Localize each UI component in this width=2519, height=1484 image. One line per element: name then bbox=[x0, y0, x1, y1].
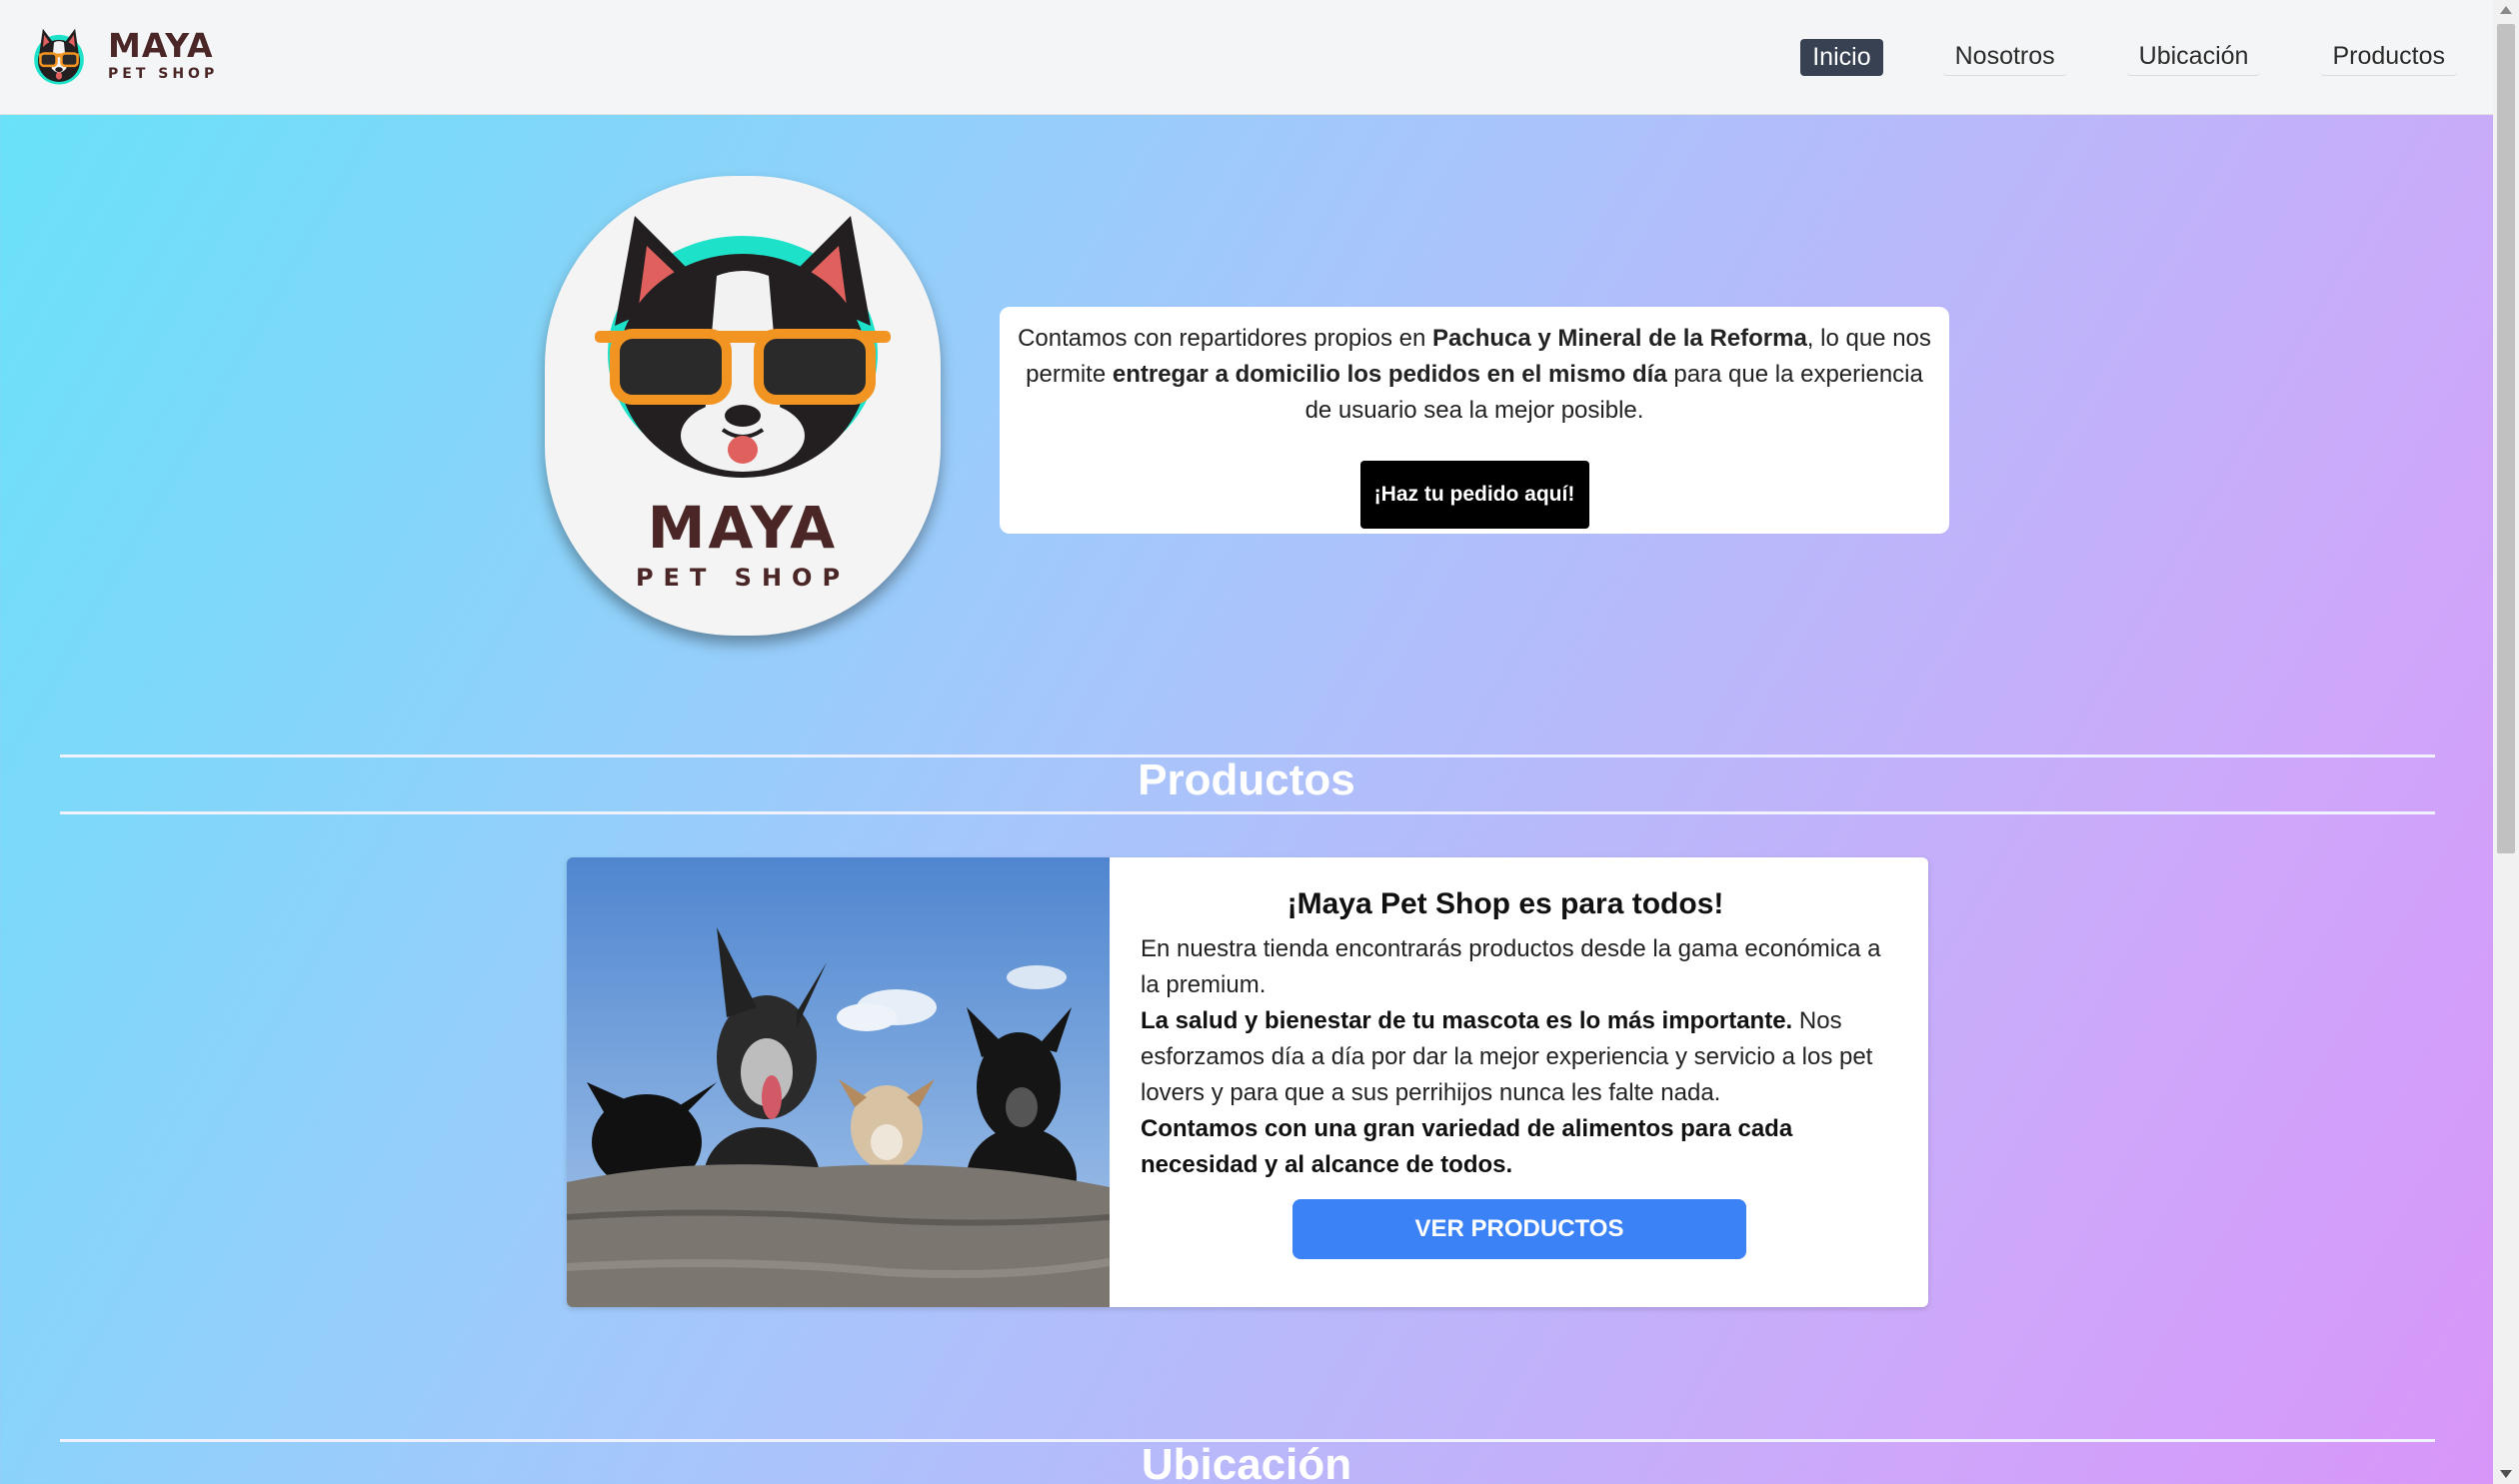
products-card-title: ¡Maya Pet Shop es para todos! bbox=[1286, 887, 1724, 920]
nav-link-productos[interactable]: Productos bbox=[2320, 38, 2457, 76]
navbar: MAYA PET SHOP Inicio Nosotros Ubicación … bbox=[0, 0, 2493, 115]
dogs-on-wall-image bbox=[567, 857, 1110, 1307]
products-variety-text: Contamos con una gran variedad de alimen… bbox=[1141, 1115, 1793, 1178]
delivery-info-card: Contamos con repartidores propios en Pac… bbox=[1000, 307, 1949, 534]
section-divider-bottom bbox=[60, 811, 2435, 814]
nav-link-inicio[interactable]: Inicio bbox=[1800, 38, 1883, 76]
products-health-text: La salud y bienestar de tu mascota es lo… bbox=[1141, 1007, 1793, 1034]
products-card-body: ¡Maya Pet Shop es para todos! En nuestra… bbox=[1141, 887, 1900, 1183]
page-scrollbar[interactable] bbox=[2493, 0, 2519, 1484]
brand-subtitle: PET SHOP bbox=[108, 66, 219, 82]
view-products-button[interactable]: VER PRODUCTOS bbox=[1292, 1199, 1746, 1259]
delivery-text: Contamos con repartidores propios en Pac… bbox=[1016, 321, 1933, 429]
delivery-cities: Pachuca y Mineral de la Reforma bbox=[1431, 325, 1807, 352]
hero-logo: MAYA PET SHOP bbox=[545, 176, 941, 636]
products-card: ¡Maya Pet Shop es para todos! En nuestra… bbox=[567, 857, 1928, 1307]
brand[interactable]: MAYA PET SHOP bbox=[28, 24, 218, 88]
location-section-title: Ubicación bbox=[1141, 1440, 1352, 1484]
hero-logo-subtitle: PET SHOP bbox=[635, 564, 851, 592]
dog-logo-icon bbox=[34, 28, 84, 85]
products-description: En nuestra tienda encontrarás productos … bbox=[1141, 931, 1900, 1183]
scroll-thumb[interactable] bbox=[2497, 24, 2515, 853]
hero-logo-title: MAYA bbox=[647, 494, 839, 562]
scroll-up-arrow-icon[interactable] bbox=[2500, 6, 2512, 14]
delivery-text-part: Contamos con repartidores propios en bbox=[1018, 325, 1432, 352]
brand-title: MAYA bbox=[108, 26, 214, 65]
scroll-down-arrow-icon[interactable] bbox=[2500, 1470, 2512, 1478]
nav-link-nosotros[interactable]: Nosotros bbox=[1942, 38, 2067, 76]
nav-link-ubicacion[interactable]: Ubicación bbox=[2126, 38, 2261, 76]
products-section-title: Productos bbox=[1138, 755, 1355, 804]
delivery-same-day: entregar a domicilio los pedidos en el m… bbox=[1112, 361, 1667, 388]
dog-sunglasses-icon bbox=[595, 216, 891, 478]
nav-links: Inicio Nosotros Ubicación Productos bbox=[1740, 38, 2457, 76]
order-button[interactable]: ¡Haz tu pedido aquí! bbox=[1359, 461, 1589, 529]
products-text: En nuestra tienda encontrarás productos … bbox=[1141, 935, 1881, 998]
